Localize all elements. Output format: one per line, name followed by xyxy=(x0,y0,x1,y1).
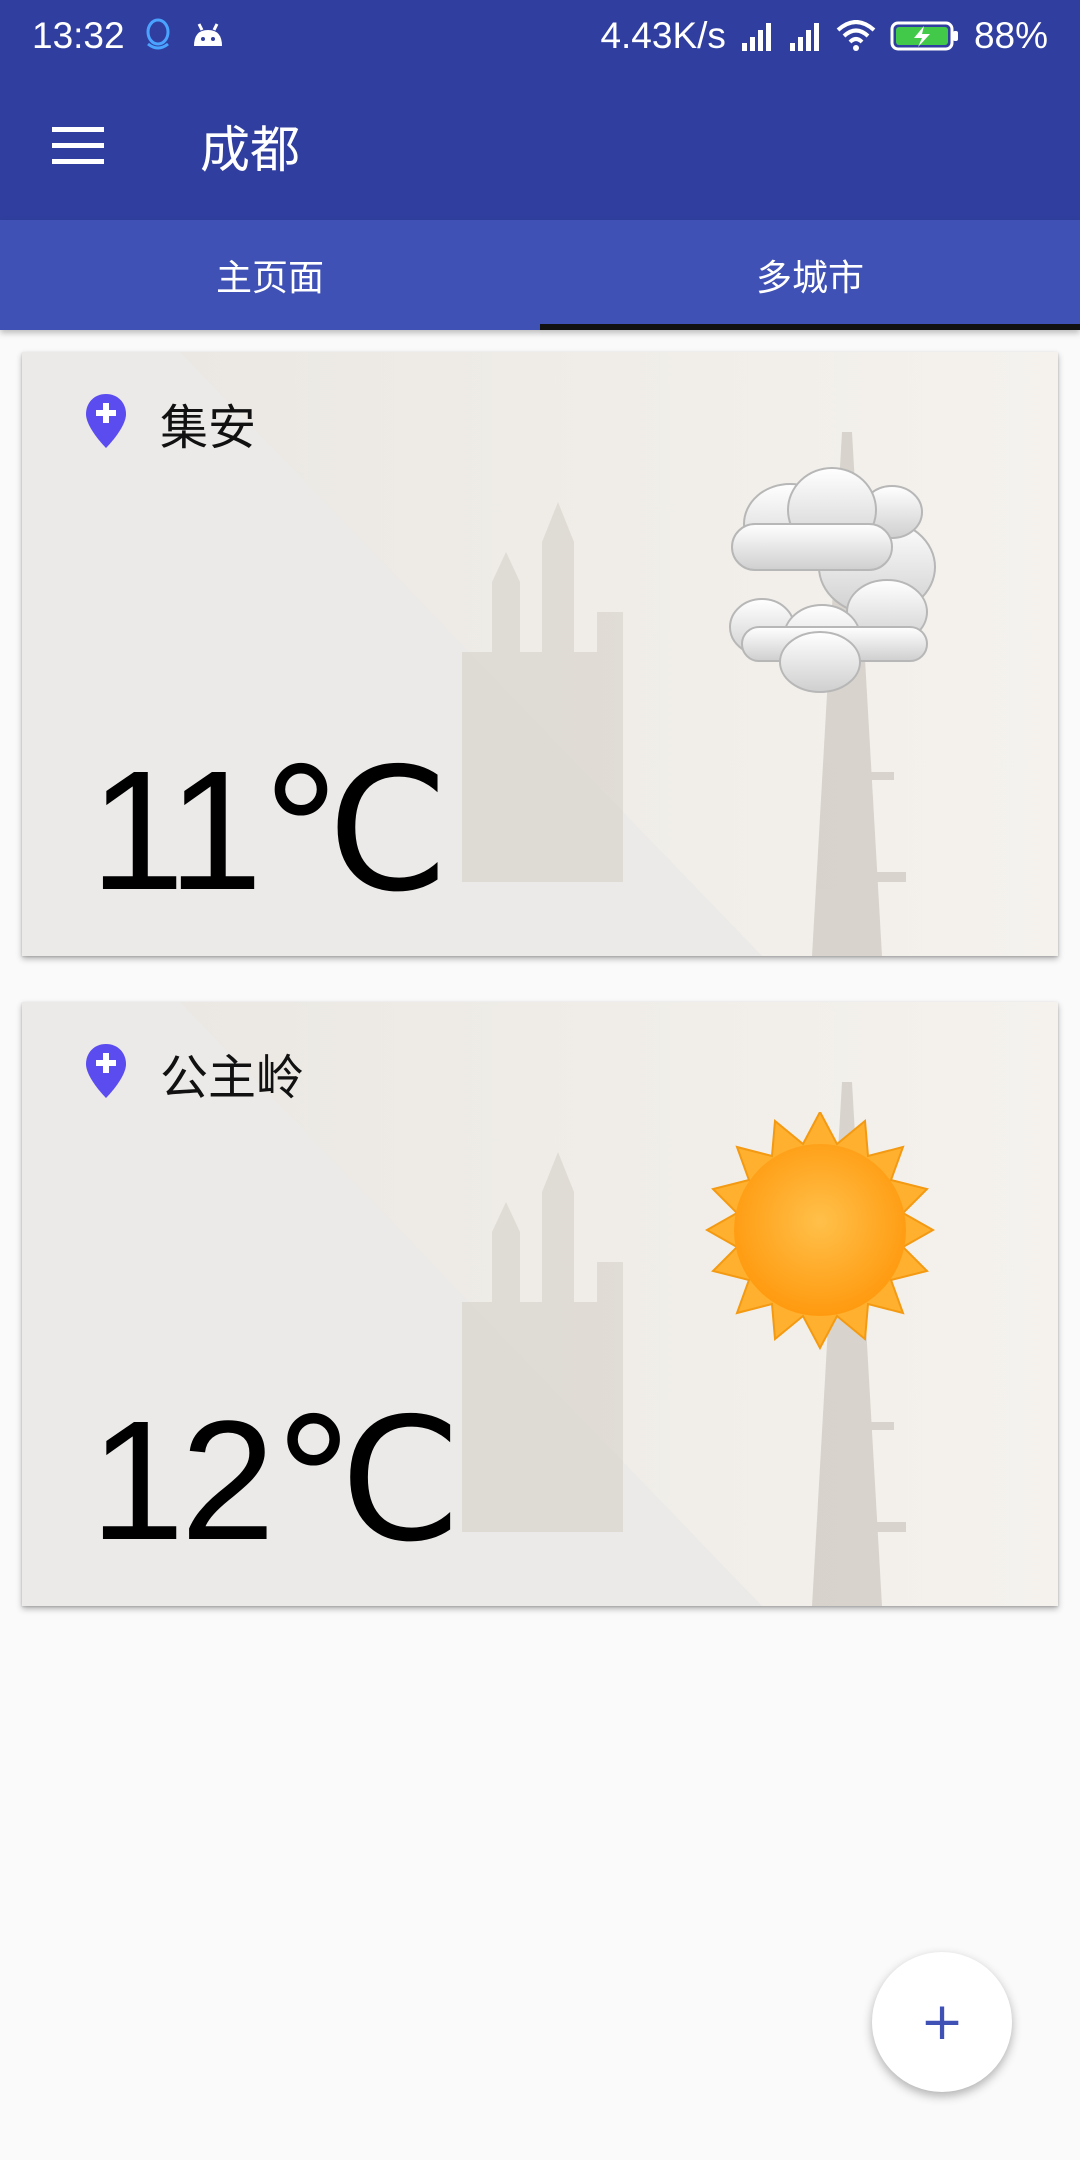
location-pin-icon xyxy=(84,1042,128,1104)
page-title: 成都 xyxy=(200,121,300,179)
cloudy-icon xyxy=(702,462,962,702)
tab-bar: 主页面 多城市 xyxy=(0,220,1080,330)
add-city-button[interactable]: + xyxy=(872,1952,1012,2092)
city-name: 公主岭 xyxy=(160,1050,305,1106)
city-location: 集安 xyxy=(84,388,256,458)
status-bar: 13:32 4.43K/s 88% xyxy=(0,0,1080,72)
app-bar: 成都 xyxy=(0,72,1080,220)
signal-icon xyxy=(788,21,822,51)
add-icon: + xyxy=(920,1992,964,2052)
hamburger-menu-icon[interactable] xyxy=(40,108,116,184)
city-card-list: 集安 11℃ 公主岭 12℃ xyxy=(22,352,1058,1652)
tab-multi-city[interactable]: 多城市 xyxy=(540,220,1080,330)
battery-charging-icon xyxy=(890,20,960,52)
city-name: 集安 xyxy=(160,400,257,456)
city-card[interactable]: 公主岭 12℃ xyxy=(22,1002,1058,1606)
net-speed: 4.43K/s xyxy=(600,15,726,56)
location-pin-icon xyxy=(84,392,128,454)
city-card[interactable]: 集安 11℃ xyxy=(22,352,1058,956)
sunny-icon xyxy=(702,1109,962,1352)
tab-home[interactable]: 主页面 xyxy=(0,220,540,330)
status-time: 13:32 xyxy=(32,15,125,56)
temperature: 12℃ xyxy=(90,1386,462,1576)
wifi-icon xyxy=(836,20,876,52)
temperature: 11℃ xyxy=(90,736,449,926)
battery-level: 88% xyxy=(973,15,1048,56)
android-icon xyxy=(191,22,225,50)
city-location: 公主岭 xyxy=(84,1038,304,1108)
qq-icon xyxy=(143,18,173,54)
signal-icon xyxy=(740,21,774,51)
